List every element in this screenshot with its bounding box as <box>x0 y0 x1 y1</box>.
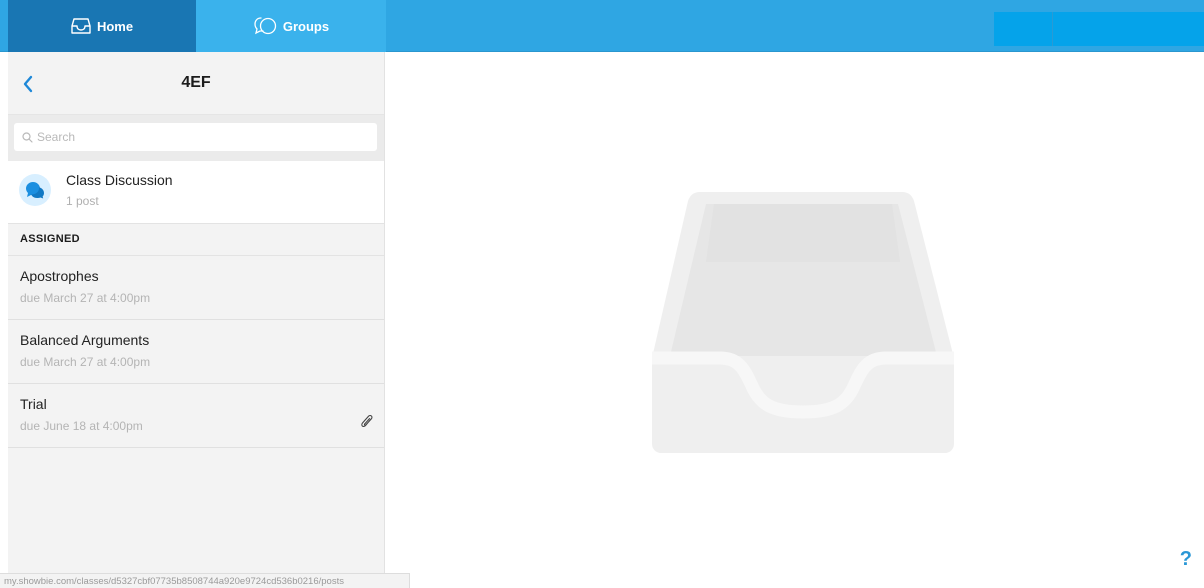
help-button[interactable]: ? <box>1180 548 1192 571</box>
search-box[interactable] <box>14 123 377 151</box>
sidebar-header: 4EF <box>8 52 384 115</box>
paperclip-icon <box>361 415 373 428</box>
discussion-icon <box>19 174 51 206</box>
search-bar <box>8 115 384 161</box>
tab-home-label: Home <box>96 18 134 34</box>
empty-inbox-tray-icon <box>652 192 954 453</box>
assignment-due-date: due March 27 at 4:00pm <box>20 355 151 369</box>
class-discussion-name: Class Discussion <box>66 172 173 188</box>
class-sidebar: 4EF Class Discussion 1 post ASSIGNED Apo… <box>8 52 385 588</box>
search-input[interactable] <box>37 130 357 144</box>
status-bar-url: my.showbie.com/classes/d5327cbf07735b850… <box>0 573 410 588</box>
topbar-divider <box>1052 12 1053 46</box>
assigned-section-header: ASSIGNED <box>8 224 384 256</box>
inbox-icon <box>71 18 91 34</box>
assignment-due-date: due June 18 at 4:00pm <box>20 419 143 433</box>
assignment-name: Balanced Arguments <box>20 332 150 348</box>
tab-home[interactable]: Home <box>8 0 196 52</box>
tab-groups-label: Groups <box>282 18 330 34</box>
assignment-item-apostrophes[interactable]: Apostrophes due March 27 at 4:00pm <box>8 256 384 320</box>
assignment-due-date: due March 27 at 4:00pm <box>20 291 151 305</box>
assignment-item-balanced-arguments[interactable]: Balanced Arguments due March 27 at 4:00p… <box>8 320 384 384</box>
tab-groups[interactable]: Groups <box>196 0 386 52</box>
assignment-name: Apostrophes <box>20 268 99 284</box>
search-icon <box>22 131 33 143</box>
top-nav-bar: Home Groups <box>0 0 1204 52</box>
class-title: 4EF <box>181 74 211 91</box>
topbar-action-area[interactable] <box>994 12 1204 46</box>
chat-bubbles-icon <box>254 17 277 35</box>
class-discussion-count: 1 post <box>66 194 99 208</box>
assignment-item-trial[interactable]: Trial due June 18 at 4:00pm <box>8 384 384 448</box>
assignment-name: Trial <box>20 396 47 412</box>
class-discussion-row[interactable]: Class Discussion 1 post <box>8 161 384 224</box>
